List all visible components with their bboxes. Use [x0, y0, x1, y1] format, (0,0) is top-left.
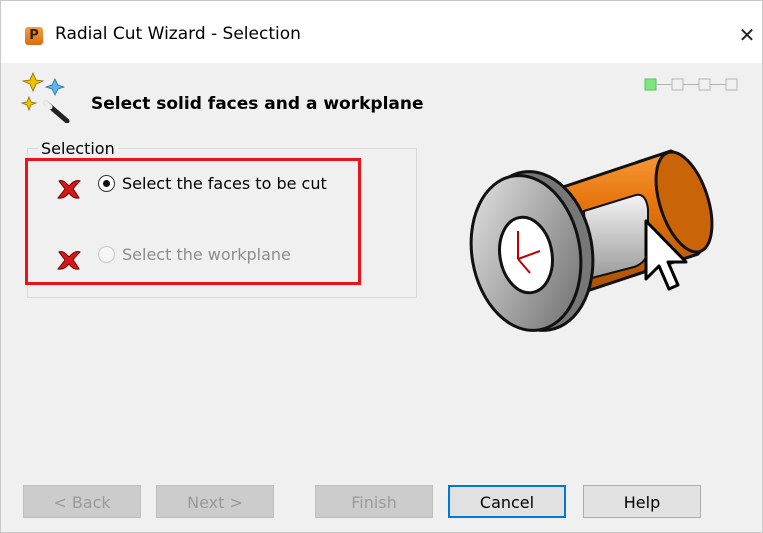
step-2-marker — [671, 78, 684, 91]
title-bar: P Radial Cut Wizard - Selection ✕ — [1, 1, 762, 63]
page-title: Select solid faces and a workplane — [91, 94, 424, 114]
radio-button-faces[interactable] — [98, 175, 115, 192]
finish-button[interactable]: Finish — [315, 485, 433, 518]
red-x-icon — [57, 180, 81, 199]
radio-label-workplane[interactable]: Select the workplane — [122, 244, 291, 266]
help-button[interactable]: Help — [583, 485, 701, 518]
step-3-marker — [698, 78, 711, 91]
close-icon[interactable]: ✕ — [731, 15, 762, 55]
back-button[interactable]: < Back — [23, 485, 141, 518]
cylindrical-part-illustration — [469, 149, 714, 332]
red-x-icon — [57, 251, 81, 270]
cancel-button[interactable]: Cancel — [448, 485, 566, 518]
next-button[interactable]: Next > — [156, 485, 274, 518]
window-title: Radial Cut Wizard - Selection — [55, 24, 301, 44]
radio-select-workplane[interactable]: Select the workplane — [98, 244, 338, 268]
magic-wand-icon — [20, 71, 70, 123]
step-1-marker — [644, 78, 657, 91]
selection-group-label: Selection — [38, 139, 118, 158]
app-logo-letter: P — [29, 28, 39, 43]
wizard-window: P Radial Cut Wizard - Selection ✕ Select… — [0, 0, 763, 533]
radio-button-workplane[interactable] — [98, 246, 115, 263]
radio-select-faces[interactable]: Select the faces to be cut — [98, 173, 358, 197]
app-logo-icon: P — [25, 27, 43, 45]
step-progress-indicator — [644, 78, 738, 91]
step-4-marker — [725, 78, 738, 91]
radio-label-faces[interactable]: Select the faces to be cut — [122, 173, 327, 195]
